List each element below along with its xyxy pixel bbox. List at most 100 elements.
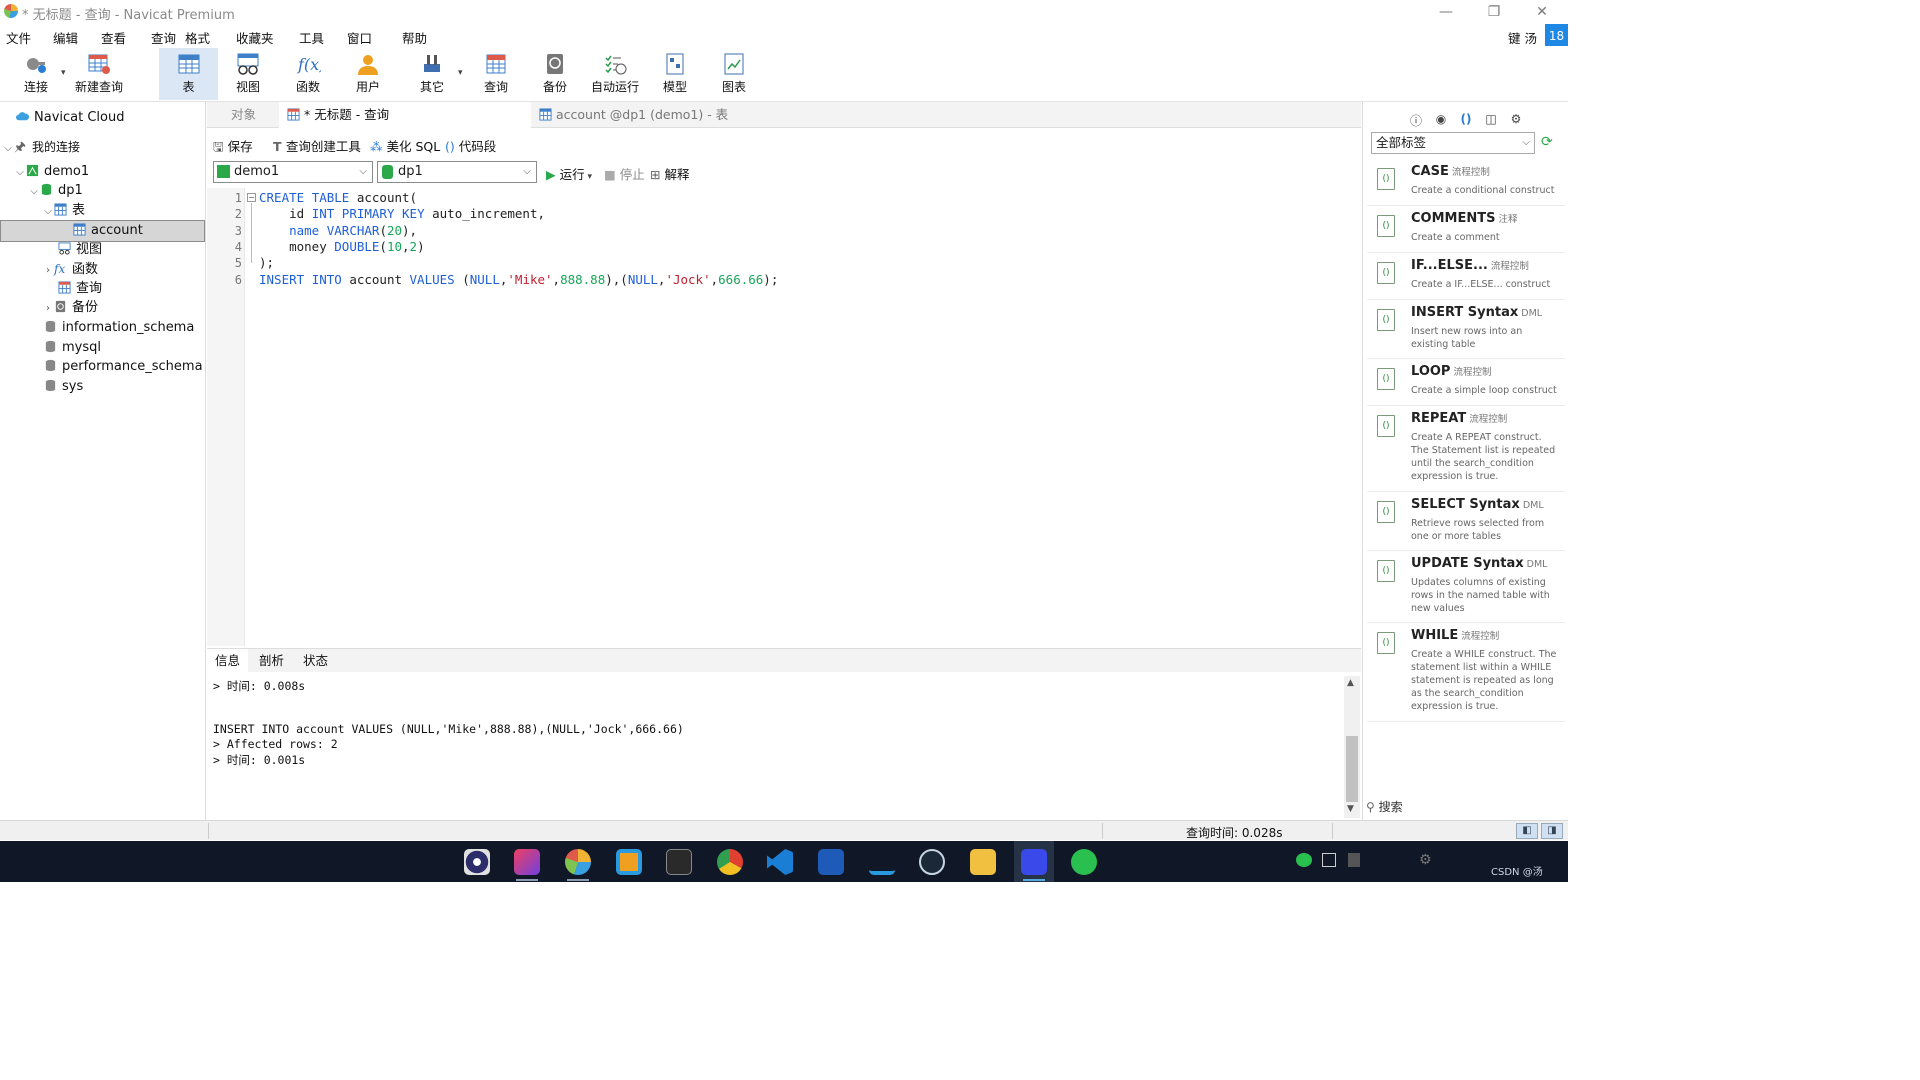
menu-view[interactable]: 查看: [101, 28, 126, 47]
intellij-app-icon[interactable]: [514, 849, 540, 875]
connect-dropdown-icon[interactable]: ▾: [61, 68, 66, 78]
toolbar-backup[interactable]: 备份: [527, 48, 583, 100]
tree-queries[interactable]: 查询: [58, 279, 102, 299]
layout-right-icon[interactable]: ◨: [1541, 823, 1563, 839]
layout-left-icon[interactable]: ◧: [1516, 823, 1538, 839]
restore-button[interactable]: ❐: [1484, 2, 1504, 22]
refresh-icon[interactable]: ⟳: [1541, 134, 1553, 150]
connection-select[interactable]: demo1 ⌵: [213, 161, 373, 183]
tab-objects[interactable]: 对象: [223, 102, 285, 128]
toolbar-user[interactable]: 用户: [340, 48, 396, 100]
sql-editor[interactable]: 1 2 3 4 5 6 − CREATE TABLE account( id I…: [207, 188, 1361, 646]
save-button[interactable]: 🖫 保存: [213, 136, 253, 159]
tray-icon[interactable]: [1348, 853, 1360, 867]
close-button[interactable]: ✕: [1532, 2, 1552, 22]
input-method-icon[interactable]: ⚙: [1419, 852, 1432, 868]
menu-query[interactable]: 查询: [151, 28, 176, 47]
chevron-down-icon[interactable]: ⌵: [2, 139, 14, 159]
menu-file[interactable]: 文件: [6, 28, 31, 47]
toolbar-new-query[interactable]: 新建查询: [70, 48, 128, 100]
tree-functions[interactable]: › fx 函数: [42, 259, 98, 279]
tree-backups[interactable]: › 备份: [42, 298, 98, 318]
tab-table-account[interactable]: account @dp1 (demo1) - 表: [531, 102, 781, 128]
snippet-item[interactable]: () IF...ELSE... 流程控制 Create a IF...ELSE..…: [1367, 254, 1565, 300]
snippet-braces-icon[interactable]: (): [1459, 112, 1473, 126]
my-connections-group[interactable]: ⌵ 🖈 我的连接: [2, 137, 80, 157]
eclipse-app-icon[interactable]: [464, 849, 490, 875]
tree-database-mysql[interactable]: mysql: [44, 338, 101, 358]
tree-table-account[interactable]: account: [0, 220, 205, 242]
steam-app-icon[interactable]: [919, 849, 945, 875]
wechat-app-icon[interactable]: [1071, 849, 1097, 875]
chevron-right-icon[interactable]: ›: [42, 261, 54, 281]
chevron-right-icon[interactable]: ›: [42, 299, 54, 319]
tag-filter-select[interactable]: 全部标签 ⌵: [1371, 132, 1535, 154]
notification-badge[interactable]: 18: [1545, 24, 1568, 48]
tab-query[interactable]: * 无标题 - 查询: [279, 102, 531, 128]
menu-tools[interactable]: 工具: [299, 28, 324, 47]
window-tray-icon[interactable]: [1322, 853, 1336, 867]
navicat-cloud[interactable]: Navicat Cloud: [16, 108, 124, 128]
tab-status[interactable]: 状态: [295, 649, 336, 673]
tab-profile[interactable]: 剖析: [251, 649, 292, 673]
tree-connection-demo1[interactable]: ⌵ demo1: [14, 162, 89, 182]
run-button[interactable]: ▶ 运行 ▾: [546, 164, 592, 183]
output-scrollbar[interactable]: ▲ ▼: [1344, 676, 1360, 818]
tab-info[interactable]: 信息: [207, 649, 249, 673]
scroll-up-icon[interactable]: ▲: [1347, 678, 1354, 688]
scroll-down-icon[interactable]: ▼: [1347, 804, 1354, 814]
beautify-sql-button[interactable]: ⁂ 美化 SQL: [370, 136, 440, 155]
toolbar-connect[interactable]: 连接: [8, 48, 64, 100]
explain-button[interactable]: ⊞ 解释: [650, 164, 689, 183]
menu-format[interactable]: 格式: [185, 28, 210, 47]
menu-help[interactable]: 帮助: [402, 28, 427, 47]
database-select[interactable]: dp1 ⌵: [377, 161, 537, 183]
navicat-app-icon[interactable]: [565, 849, 591, 875]
file-explorer-app-icon[interactable]: [970, 849, 996, 875]
vscode-app-icon[interactable]: [767, 849, 793, 875]
chevron-down-icon[interactable]: ⌵: [42, 202, 54, 222]
menu-favorites[interactable]: 收藏夹: [236, 28, 274, 47]
preview-icon[interactable]: ◉: [1434, 112, 1448, 126]
toolbar-function[interactable]: f(x) 函数: [280, 48, 336, 100]
toolbar-automation[interactable]: 自动运行: [586, 48, 644, 100]
snippet-item[interactable]: () REPEAT 流程控制 Create A REPEAT construct.…: [1367, 407, 1565, 492]
stop-button[interactable]: ■ 停止: [604, 164, 645, 183]
settings-icon[interactable]: ⚙: [1509, 112, 1523, 126]
wechat-tray-icon[interactable]: [1296, 853, 1312, 867]
run-dropdown-icon[interactable]: ▾: [585, 172, 592, 182]
snippet-item[interactable]: () UPDATE Syntax DML Updates columns of e…: [1367, 552, 1565, 623]
scrollbar-thumb[interactable]: [1346, 736, 1358, 802]
chevron-down-icon[interactable]: ⌵: [14, 163, 26, 183]
toolbar-query[interactable]: 查询: [468, 48, 524, 100]
snippet-item[interactable]: () SELECT Syntax DML Retrieve rows select…: [1367, 493, 1565, 551]
snippet-item[interactable]: () LOOP 流程控制 Create a simple loop constru…: [1367, 360, 1565, 406]
toolbar-model[interactable]: 模型: [647, 48, 703, 100]
others-dropdown-icon[interactable]: ▾: [458, 68, 463, 78]
menu-edit[interactable]: 编辑: [53, 28, 78, 47]
toolbar-chart[interactable]: 图表: [706, 48, 762, 100]
tree-tables[interactable]: ⌵ 表: [42, 201, 85, 221]
tree-database-information-schema[interactable]: information_schema: [44, 318, 194, 338]
snippet-item[interactable]: () CASE 流程控制 Create a conditional constru…: [1367, 160, 1565, 206]
code-snippet-button[interactable]: () 代码段: [445, 136, 496, 155]
info-icon[interactable]: ⓘ: [1409, 112, 1423, 128]
fold-toggle-icon[interactable]: −: [247, 193, 256, 202]
terminal-app-icon[interactable]: [666, 849, 692, 875]
tree-database-performance-schema[interactable]: performance_schema: [44, 357, 203, 377]
word-app-icon[interactable]: [818, 849, 844, 875]
toolbar-others[interactable]: 其它: [404, 48, 460, 100]
menu-window[interactable]: 窗口: [347, 28, 372, 47]
snippet-item[interactable]: () INSERT Syntax DML Insert new rows into…: [1367, 301, 1565, 359]
tree-database-dp1[interactable]: ⌵ dp1: [28, 181, 83, 201]
layout-icon[interactable]: ◫: [1484, 112, 1498, 126]
query-builder-button[interactable]: T 查询创建工具: [273, 136, 361, 155]
virtualbox-app-icon[interactable]: [616, 849, 642, 875]
user-name[interactable]: 键 汤: [1508, 28, 1537, 47]
snippet-item[interactable]: () WHILE 流程控制 Create a WHILE construct. T…: [1367, 624, 1565, 722]
toolbar-view[interactable]: 视图: [220, 48, 276, 100]
todo-app-icon[interactable]: [869, 849, 895, 875]
minimize-button[interactable]: —: [1436, 2, 1456, 22]
video-app-icon[interactable]: [1021, 849, 1047, 875]
tree-views[interactable]: 视图: [58, 240, 102, 260]
